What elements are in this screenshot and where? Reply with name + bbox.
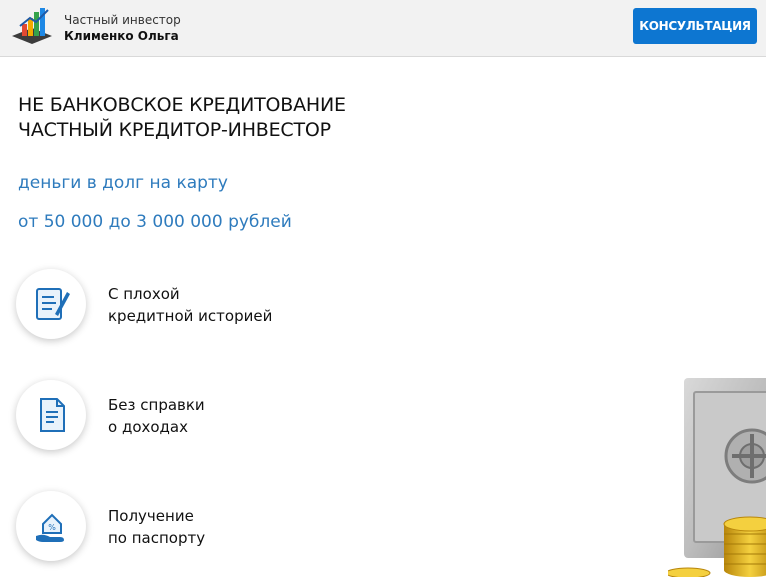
feature-line1: Получение: [108, 507, 194, 525]
safe-icon: [668, 378, 766, 577]
feature-line2: кредитной историей: [108, 307, 273, 325]
subtitle-amount-range: от 50 000 до 3 000 000 рублей: [18, 212, 292, 232]
title-line2: ЧАСТНЫЙ КРЕДИТОР-ИНВЕСТОР: [18, 119, 331, 141]
feature-text: Получение по паспорту: [108, 505, 205, 549]
subtitle-loan-to-card: деньги в долг на карту: [18, 173, 228, 193]
svg-text:%: %: [48, 523, 56, 532]
brand-line1: Частный инвестор: [64, 13, 181, 27]
feature-text: С плохой кредитной историей: [108, 283, 272, 327]
feature-icon-circle: [16, 380, 86, 450]
feature-no-income-proof: Без справки о доходах: [16, 380, 416, 452]
feature-icon-circle: [16, 269, 86, 339]
logo-icon[interactable]: [10, 6, 56, 46]
house-hand-icon: %: [36, 513, 64, 542]
feature-line2: о доходах: [108, 418, 188, 436]
brand-name: Частный инвестор Клименко Ольга: [64, 12, 181, 44]
site-header: Частный инвестор Клименко Ольга КОНСУЛЬТ…: [0, 0, 766, 57]
consultation-button[interactable]: КОНСУЛЬТАЦИЯ: [633, 8, 757, 44]
feature-bad-credit: С плохой кредитной историей: [16, 269, 416, 341]
document-pen-icon: [36, 288, 70, 320]
feature-passport-only: % Получение по паспорту: [16, 491, 416, 563]
title-line1: НЕ БАНКОВСКОЕ КРЕДИТОВАНИЕ: [18, 94, 346, 116]
brand-line2: Клименко Ольга: [64, 29, 179, 43]
feature-line1: С плохой: [108, 285, 180, 303]
feature-icon-circle: %: [16, 491, 86, 561]
feature-line1: Без справки: [108, 396, 205, 414]
document-icon: [40, 398, 65, 432]
feature-line2: по паспорту: [108, 529, 206, 547]
page-title: НЕ БАНКОВСКОЕ КРЕДИТОВАНИЕ ЧАСТНЫЙ КРЕДИ…: [18, 93, 346, 143]
feature-text: Без справки о доходах: [108, 394, 205, 438]
